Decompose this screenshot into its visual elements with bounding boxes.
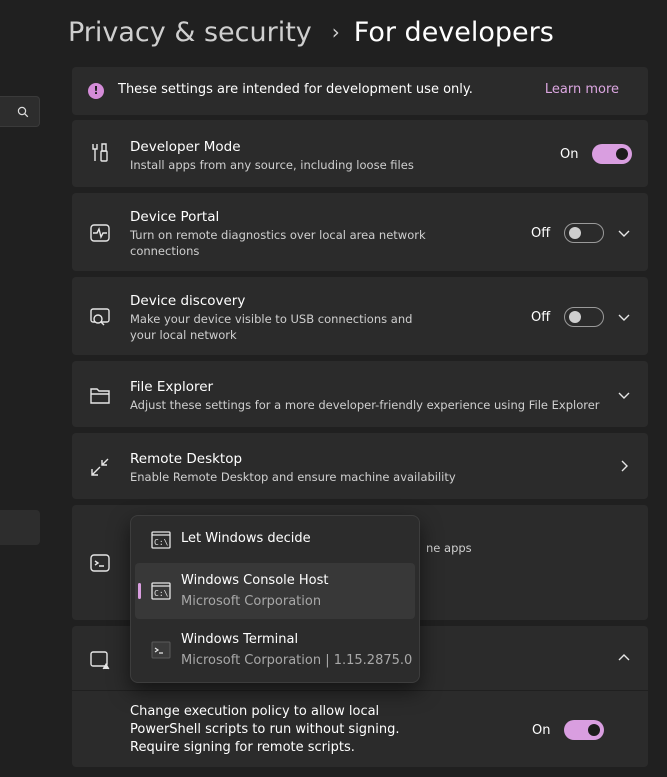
breadcrumb-separator: › bbox=[331, 20, 340, 44]
file-explorer-card[interactable]: File Explorer Adjust these settings for … bbox=[72, 361, 648, 427]
chevron-down-icon[interactable] bbox=[618, 227, 630, 239]
console-icon: C:\ bbox=[151, 531, 171, 549]
flyout-item-let-windows-decide[interactable]: C:\ Let Windows decide bbox=[135, 520, 415, 560]
device-portal-desc: Turn on remote diagnostics over local ar… bbox=[130, 228, 426, 258]
device-discovery-title: Device discovery bbox=[130, 293, 246, 309]
nav-item-selected[interactable] bbox=[0, 510, 40, 545]
flyout-item-publisher: Microsoft Corporation bbox=[181, 594, 322, 609]
file-explorer-desc: Adjust these settings for a more develop… bbox=[130, 398, 600, 412]
flyout-item-windows-terminal[interactable]: Windows Terminal Microsoft Corporation |… bbox=[135, 622, 415, 678]
info-text: These settings are intended for developm… bbox=[118, 82, 473, 97]
windows-terminal-icon bbox=[151, 641, 171, 659]
svg-text:C:\: C:\ bbox=[154, 589, 169, 598]
navigation-pane bbox=[0, 0, 50, 777]
powershell-toggle[interactable] bbox=[564, 720, 604, 740]
chevron-down-icon[interactable] bbox=[618, 389, 630, 401]
device-discovery-card[interactable]: Device discovery Make your device visibl… bbox=[72, 277, 648, 355]
developer-mode-card: Developer Mode Install apps from any sou… bbox=[72, 120, 648, 187]
svg-text:C:\: C:\ bbox=[154, 538, 169, 547]
folder-icon bbox=[90, 388, 110, 404]
breadcrumb: Privacy & security › For developers bbox=[68, 12, 554, 52]
chevron-right-icon[interactable] bbox=[618, 460, 630, 472]
terminal-icon bbox=[90, 554, 110, 572]
pulse-monitor-icon bbox=[90, 224, 110, 242]
powershell-state: On bbox=[532, 723, 551, 738]
device-discovery-icon bbox=[90, 308, 110, 326]
device-portal-title: Device Portal bbox=[130, 209, 220, 225]
terminal-flyout: C:\ Let Windows decide C:\ Windows Conso… bbox=[130, 515, 420, 683]
developer-mode-title: Developer Mode bbox=[130, 139, 241, 155]
device-discovery-toggle[interactable] bbox=[564, 307, 604, 327]
device-discovery-state: Off bbox=[531, 310, 551, 325]
remote-desktop-card[interactable]: Remote Desktop Enable Remote Desktop and… bbox=[72, 433, 648, 499]
file-explorer-title: File Explorer bbox=[130, 379, 214, 395]
remote-desktop-desc: Enable Remote Desktop and ensure machine… bbox=[130, 470, 456, 484]
info-icon: ! bbox=[88, 83, 104, 99]
info-banner: ! These settings are intended for develo… bbox=[72, 67, 648, 115]
developer-mode-toggle[interactable] bbox=[592, 144, 632, 164]
device-discovery-desc: Make your device visible to USB connecti… bbox=[130, 312, 413, 342]
learn-more-link[interactable]: Learn more bbox=[545, 82, 619, 97]
developer-tools-icon bbox=[92, 143, 108, 162]
chevron-down-icon[interactable] bbox=[618, 311, 630, 323]
breadcrumb-parent[interactable]: Privacy & security bbox=[68, 17, 312, 48]
terminal-desc-fragment: ne apps bbox=[426, 541, 472, 555]
remote-desktop-icon bbox=[91, 458, 109, 476]
powershell-desc: Change execution policy to allow local P… bbox=[130, 704, 400, 755]
device-portal-toggle[interactable] bbox=[564, 223, 604, 243]
chevron-up-icon[interactable] bbox=[618, 652, 630, 664]
device-portal-state: Off bbox=[531, 226, 551, 241]
search-icon bbox=[17, 106, 29, 118]
search-box[interactable] bbox=[0, 96, 40, 127]
flyout-item-name: Windows Console Host bbox=[181, 573, 329, 588]
flyout-item-name: Windows Terminal bbox=[181, 632, 299, 647]
flyout-item-name: Let Windows decide bbox=[181, 531, 311, 546]
developer-mode-desc: Install apps from any source, including … bbox=[130, 158, 414, 172]
device-portal-card[interactable]: Device Portal Turn on remote diagnostics… bbox=[72, 193, 648, 271]
page-title: For developers bbox=[353, 16, 554, 48]
powershell-icon bbox=[90, 651, 110, 670]
selection-indicator bbox=[138, 583, 141, 599]
flyout-item-windows-console-host[interactable]: C:\ Windows Console Host Microsoft Corpo… bbox=[135, 563, 415, 619]
console-icon: C:\ bbox=[151, 582, 171, 600]
remote-desktop-title: Remote Desktop bbox=[130, 451, 243, 467]
developer-mode-state: On bbox=[560, 147, 579, 162]
flyout-item-publisher: Microsoft Corporation | 1.15.2875.0 bbox=[181, 653, 413, 668]
